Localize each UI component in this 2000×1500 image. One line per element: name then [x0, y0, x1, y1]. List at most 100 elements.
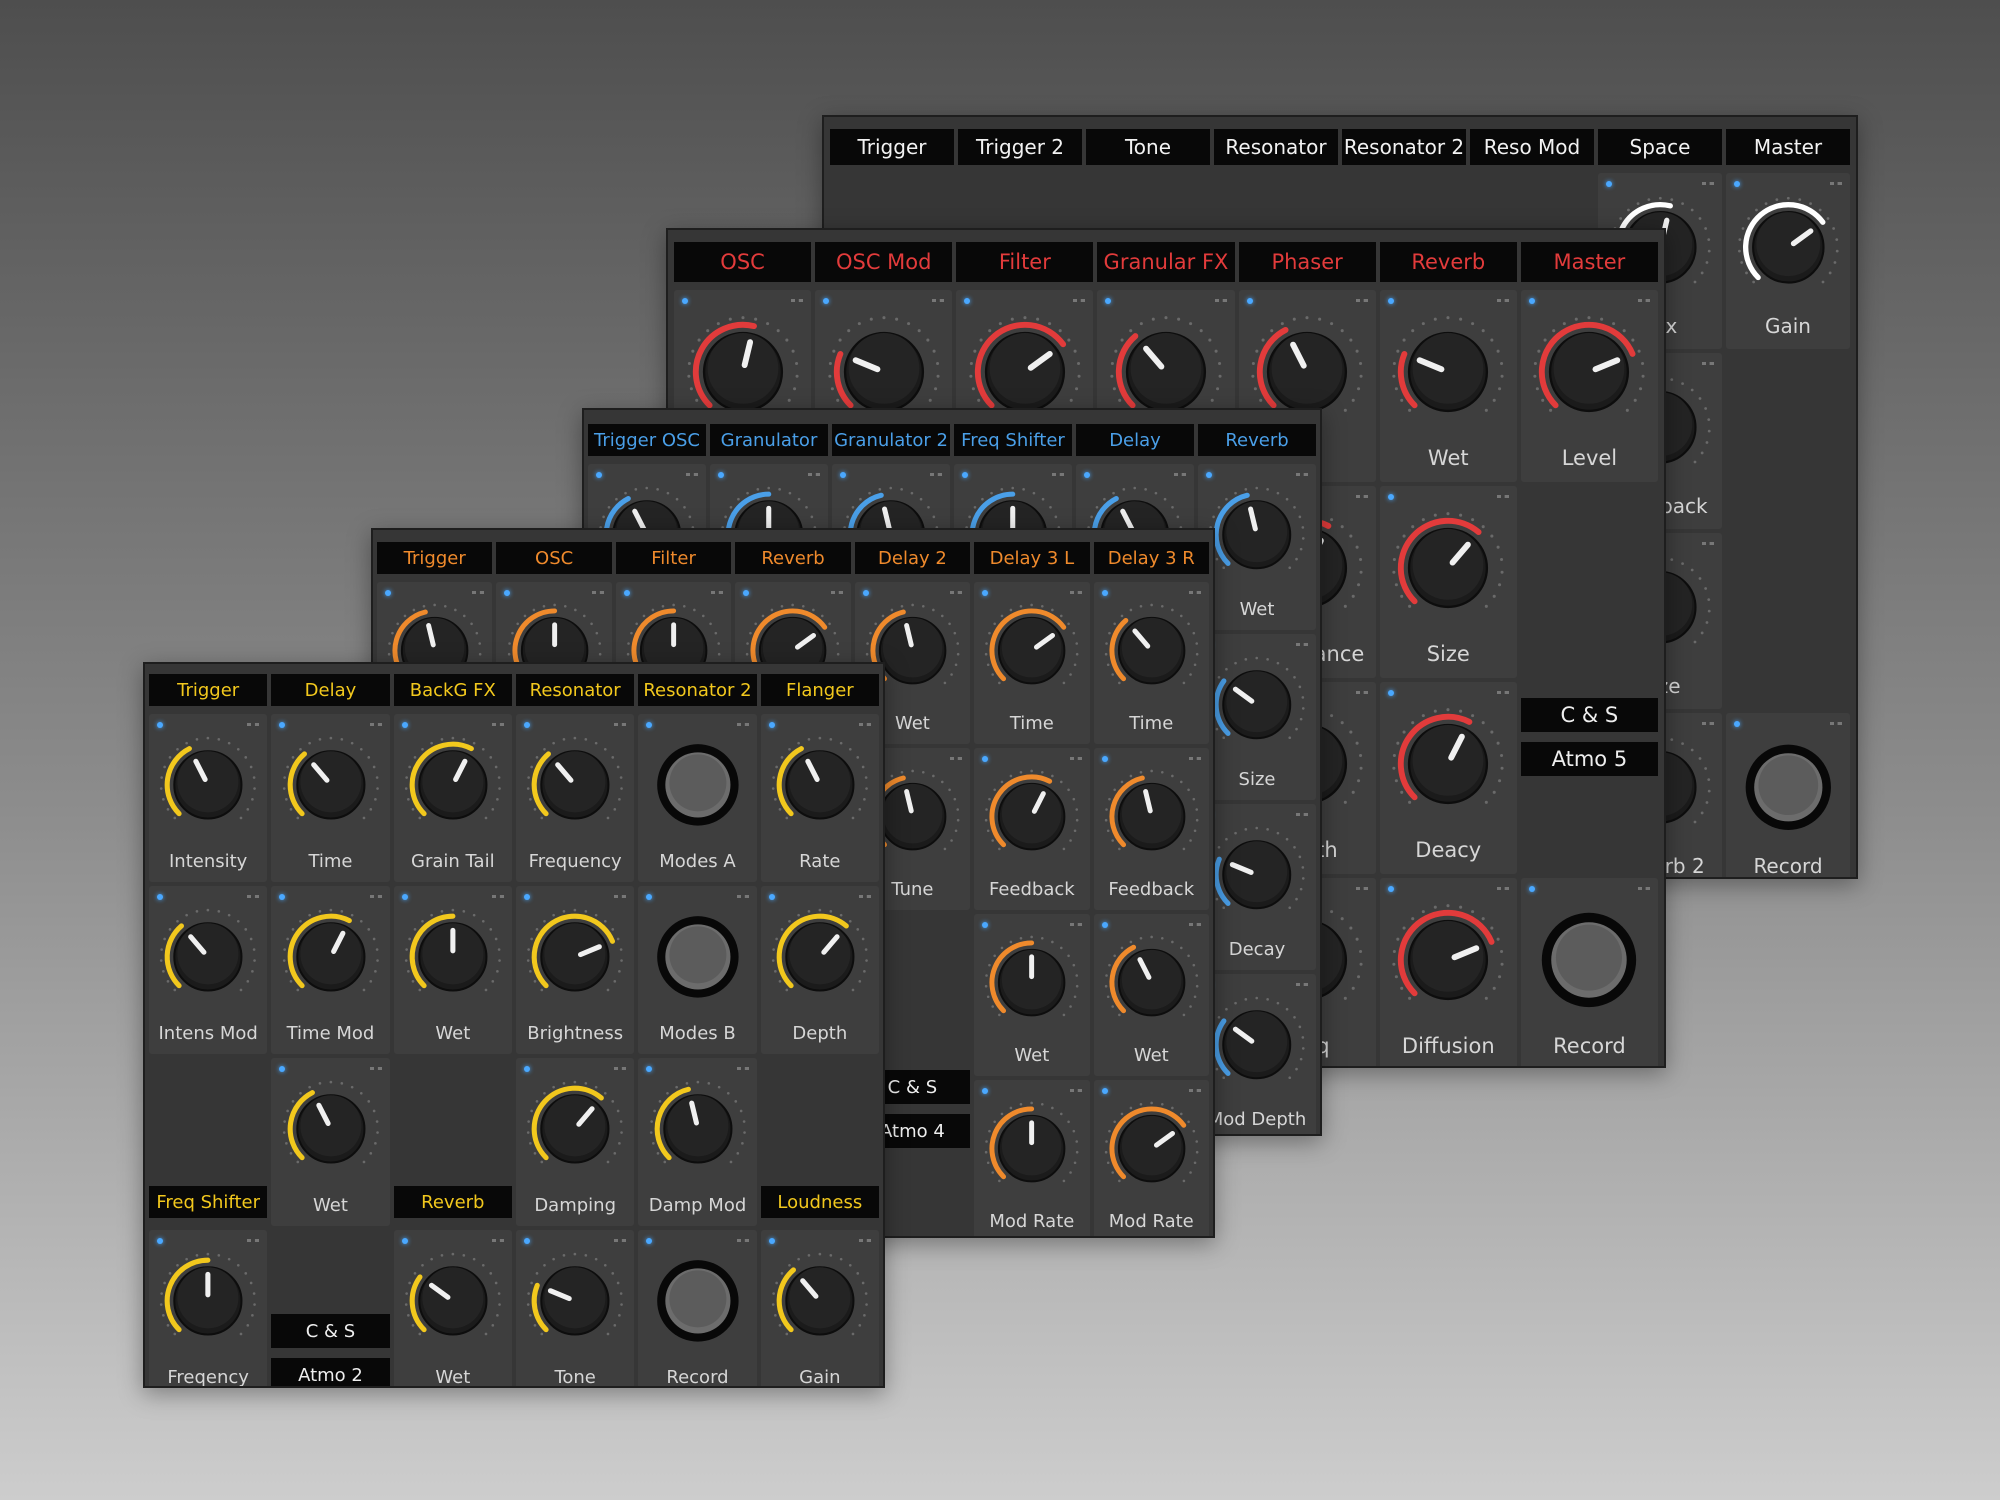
menu-dots-icon — [1702, 182, 1714, 188]
control-cell-record: Record — [1726, 713, 1850, 877]
control-cell-damping: Damping — [516, 1058, 635, 1226]
record-button[interactable] — [1735, 734, 1842, 841]
modulation-indicator-icon — [1528, 886, 1535, 892]
menu-dots-icon — [1355, 299, 1368, 305]
level-knob[interactable] — [1530, 313, 1648, 431]
wet-knob[interactable] — [1206, 484, 1307, 585]
control-label: Intens Mod — [158, 1022, 258, 1044]
wet-knob[interactable] — [402, 1250, 504, 1352]
control-cell-brightness: Brightness — [516, 886, 635, 1054]
menu-dots-icon — [1052, 473, 1064, 479]
mod-rate-knob[interactable] — [982, 1099, 1081, 1198]
damp-mod-knob[interactable] — [647, 1078, 749, 1180]
modes-b-button[interactable] — [647, 906, 749, 1008]
gain-knob[interactable] — [769, 1250, 871, 1352]
section-header-backg-fx: BackG FX — [393, 674, 512, 706]
mod-depth-knob[interactable] — [1206, 994, 1307, 1095]
control-cell-time-mod: Time Mod — [271, 886, 390, 1054]
control-cell-mod-depth: Mod Depth — [1198, 974, 1316, 1134]
menu-dots-icon — [1496, 691, 1509, 697]
wet-knob[interactable] — [402, 906, 504, 1008]
control-cell-freqency: Freqency — [149, 1230, 268, 1386]
intensity-knob[interactable] — [157, 734, 259, 836]
menu-dots-icon — [1188, 591, 1201, 597]
brightness-knob[interactable] — [524, 906, 626, 1008]
control-label: Wet — [1427, 446, 1469, 471]
gain-knob[interactable] — [1735, 194, 1842, 301]
modulation-indicator-icon — [1734, 181, 1740, 187]
modulation-indicator-icon — [840, 472, 846, 478]
grain-tail-knob[interactable] — [402, 734, 504, 836]
control-cell-tone: Tone — [516, 1230, 635, 1386]
section-header-osc: OSC — [496, 542, 612, 574]
deacy-knob[interactable] — [1389, 705, 1507, 823]
section-header-granular-fx: Granular FX — [1097, 242, 1235, 282]
rate-knob[interactable] — [769, 734, 871, 836]
control-label: Gain — [799, 1366, 841, 1388]
record-button[interactable] — [1530, 901, 1648, 1019]
wet-knob[interactable] — [1102, 933, 1201, 1032]
time-knob[interactable] — [982, 601, 1081, 700]
menu-dots-icon — [614, 723, 627, 729]
control-label: Frequency — [528, 850, 622, 872]
control-label: Time — [1129, 713, 1174, 735]
control-cell-wet: Wet — [271, 1058, 390, 1226]
wet-knob[interactable] — [982, 933, 1081, 1032]
feedback-knob[interactable] — [1102, 767, 1201, 866]
depth-knob[interactable] — [769, 906, 871, 1008]
section-header-filter: Filter — [956, 242, 1094, 282]
control-label: Size — [1238, 769, 1276, 791]
feedback-knob[interactable] — [982, 767, 1081, 866]
freqency-knob[interactable] — [157, 1250, 259, 1352]
diffusion-knob[interactable] — [1389, 901, 1507, 1019]
size-knob[interactable] — [1389, 509, 1507, 627]
intens-mod-knob[interactable] — [157, 906, 259, 1008]
menu-dots-icon — [1188, 1089, 1201, 1095]
modulation-indicator-icon — [768, 894, 775, 900]
section-header-master: Master — [1520, 242, 1658, 282]
control-cell-record: Record — [1520, 878, 1658, 1066]
modulation-indicator-icon — [1246, 298, 1253, 304]
section-header-space: Space — [1598, 129, 1722, 165]
decay-knob[interactable] — [1206, 824, 1307, 925]
time-knob[interactable] — [280, 734, 382, 836]
menu-dots-icon — [1296, 643, 1308, 649]
section-header-reso-mod: Reso Mod — [1470, 129, 1594, 165]
mod-rate-knob[interactable] — [1102, 1099, 1201, 1198]
modulation-indicator-icon — [1101, 1088, 1108, 1094]
menu-dots-icon — [736, 1239, 749, 1245]
modulation-indicator-icon — [982, 922, 989, 928]
control-label: Decay — [1228, 939, 1286, 961]
menu-dots-icon — [1355, 887, 1368, 893]
damping-knob[interactable] — [524, 1078, 626, 1180]
time-knob[interactable] — [1102, 601, 1201, 700]
time-mod-knob[interactable] — [280, 906, 382, 1008]
control-cell-modes-a: Modes A — [638, 714, 757, 882]
section-header-reverb: Reverb — [1198, 424, 1316, 456]
section-header-master: Master — [1726, 129, 1850, 165]
wet-knob[interactable] — [280, 1078, 382, 1180]
menu-dots-icon — [247, 1239, 260, 1245]
menu-dots-icon — [1702, 542, 1714, 548]
section-header-trigger: Trigger — [377, 542, 493, 574]
record-button[interactable] — [647, 1250, 749, 1352]
frequency-knob[interactable] — [524, 734, 626, 836]
size-knob[interactable] — [1206, 654, 1307, 755]
menu-dots-icon — [1069, 923, 1082, 929]
modulation-indicator-icon — [982, 756, 989, 762]
control-label: Modes B — [659, 1022, 736, 1044]
control-cell-wet: Wet — [393, 1230, 512, 1386]
tone-knob[interactable] — [524, 1250, 626, 1352]
menu-dots-icon — [1496, 299, 1509, 305]
menu-dots-icon — [472, 591, 485, 597]
preset-name-tag: Atmo 5 — [1520, 742, 1658, 776]
menu-dots-icon — [736, 723, 749, 729]
modulation-indicator-icon — [157, 894, 163, 900]
section-header-trigger-2: Trigger 2 — [958, 129, 1082, 165]
control-label: Diffusion — [1401, 1034, 1495, 1059]
modes-a-button[interactable] — [647, 734, 749, 836]
control-cell-intensity: Intensity — [149, 714, 268, 882]
control-cell-gain: Gain — [1726, 173, 1850, 349]
wet-knob[interactable] — [1389, 313, 1507, 431]
menu-dots-icon — [1702, 362, 1714, 368]
